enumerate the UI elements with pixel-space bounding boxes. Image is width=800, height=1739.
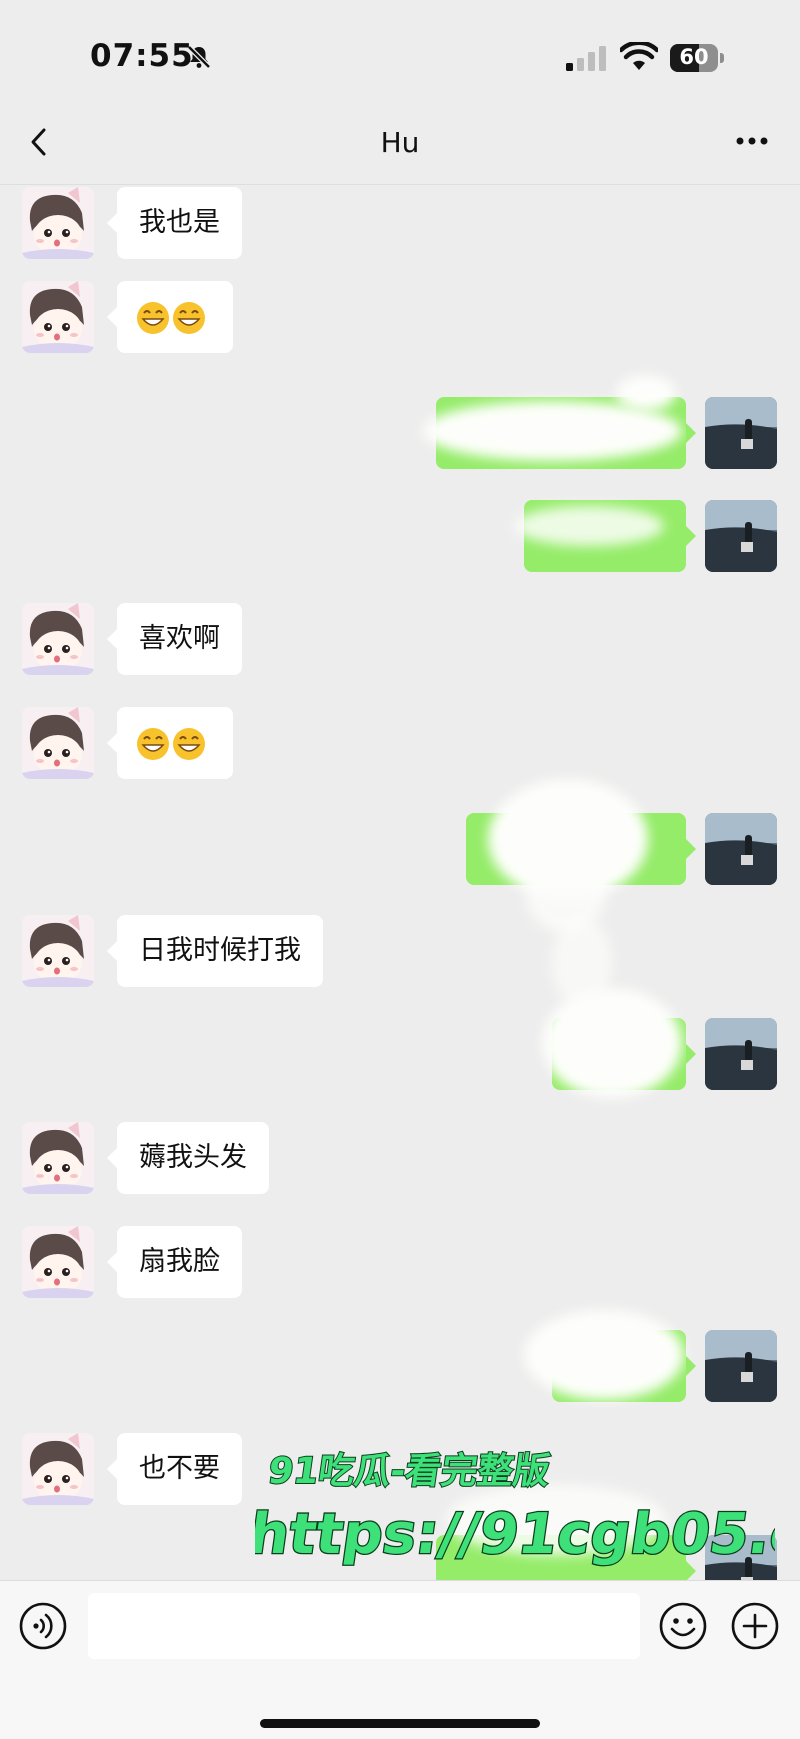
sent-message-redacted[interactable] [524, 1310, 696, 1402]
contact-avatar[interactable] [22, 603, 94, 675]
received-message[interactable]: 日我时候打我 [107, 915, 323, 987]
user-avatar[interactable] [705, 1018, 777, 1090]
message-row [0, 1310, 800, 1406]
sent-message-redacted[interactable] [422, 375, 696, 469]
emoji-picker-icon[interactable] [658, 1601, 708, 1651]
grin-icon [137, 302, 169, 334]
input-bar [0, 1580, 800, 1739]
wifi-icon [620, 42, 658, 70]
sent-message-redacted[interactable] [466, 779, 696, 933]
received-message[interactable]: 喜欢啊 [107, 603, 242, 675]
grin-icon [137, 728, 169, 760]
received-emoji-message[interactable] [107, 707, 233, 779]
received-message[interactable]: 扇我脸 [107, 1226, 242, 1298]
watermark-line-1: 91吃瓜-看完整版 [266, 1449, 553, 1492]
message-row: 我也是 [0, 187, 800, 263]
message-row [0, 918, 800, 1098]
grin-icon [173, 728, 205, 760]
status-time: 07:55 [90, 38, 194, 74]
message-row [0, 779, 800, 933]
message-row [0, 281, 800, 357]
message-input[interactable] [88, 1593, 640, 1659]
more-options-icon[interactable] [730, 126, 774, 156]
user-avatar[interactable] [705, 500, 777, 572]
contact-avatar[interactable] [22, 1226, 94, 1298]
more-actions-plus-icon[interactable] [730, 1601, 780, 1651]
battery-indicator: 60 [670, 44, 724, 72]
received-emoji-message[interactable] [107, 281, 233, 353]
chat-title: Hu [380, 126, 420, 159]
grin-icon [173, 302, 205, 334]
contact-avatar[interactable] [22, 281, 94, 353]
received-message[interactable]: 我也是 [107, 187, 242, 259]
contact-avatar[interactable] [22, 1122, 94, 1194]
sent-message-redacted[interactable] [514, 500, 696, 572]
message-list[interactable]: 我也是 喜欢啊 日我时候打我 薅我头发 扇我脸 也不要 [0, 185, 800, 1580]
user-avatar[interactable] [705, 397, 777, 469]
received-message[interactable]: 也不要 [107, 1433, 242, 1505]
message-row: 日我时候打我 [0, 915, 800, 991]
message-row [0, 500, 800, 576]
message-row [0, 707, 800, 783]
sent-message-redacted[interactable] [542, 918, 696, 1098]
message-row: 扇我脸 [0, 1226, 800, 1302]
user-avatar[interactable] [705, 1330, 777, 1402]
contact-avatar[interactable] [22, 915, 94, 987]
message-row: 喜欢啊 [0, 603, 800, 679]
status-bar: 07:55 60 [0, 0, 800, 100]
message-row [0, 375, 800, 473]
home-indicator [260, 1719, 540, 1728]
voice-input-icon[interactable] [18, 1601, 68, 1651]
contact-avatar[interactable] [22, 1433, 94, 1505]
message-row: 薅我头发 [0, 1122, 800, 1198]
watermark-line-2: https://91cgb05.com [255, 1502, 775, 1567]
bell-muted-icon [187, 45, 211, 69]
chat-header: Hu [0, 100, 800, 185]
contact-avatar[interactable] [22, 707, 94, 779]
watermark-overlay: 91吃瓜-看完整版 https://91cgb05.com [255, 1448, 775, 1568]
user-avatar[interactable] [705, 813, 777, 885]
received-message[interactable]: 薅我头发 [107, 1122, 269, 1194]
cellular-signal-icon [566, 46, 606, 71]
battery-percent: 60 [679, 45, 709, 69]
contact-avatar[interactable] [22, 187, 94, 259]
